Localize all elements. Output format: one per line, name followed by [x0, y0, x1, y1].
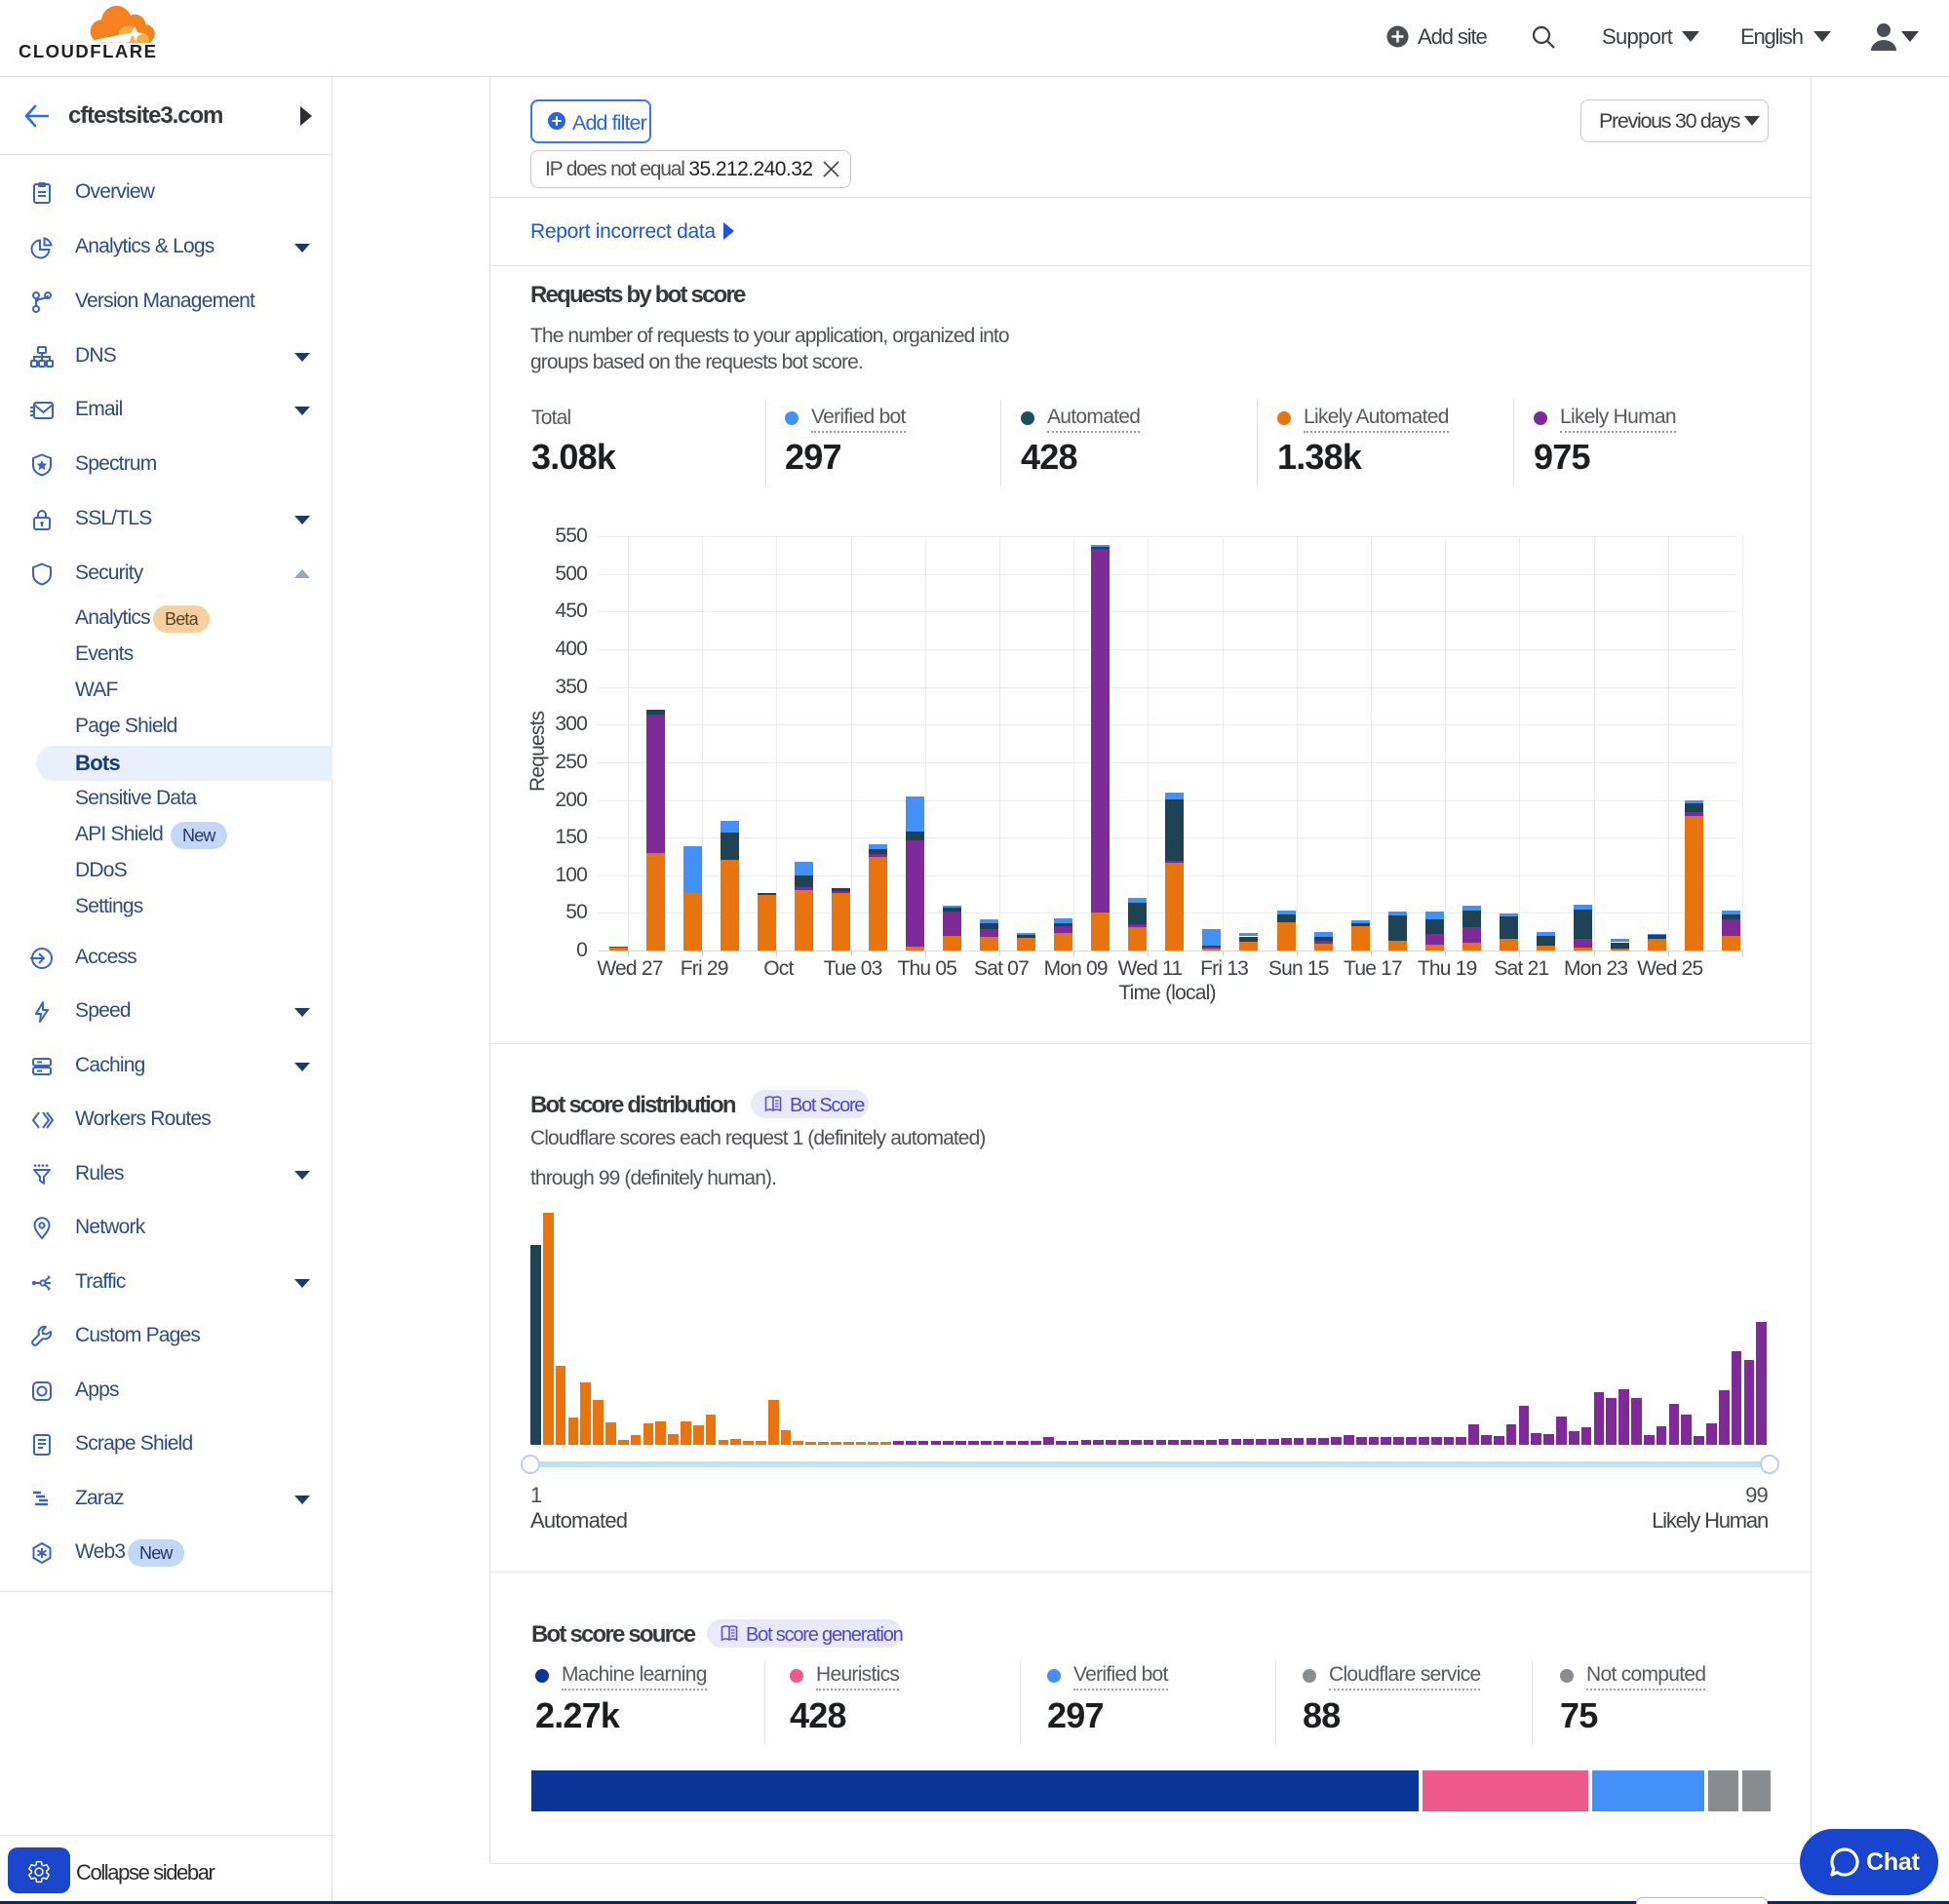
- svg-text:CLOUDFLARE: CLOUDFLARE: [19, 41, 157, 61]
